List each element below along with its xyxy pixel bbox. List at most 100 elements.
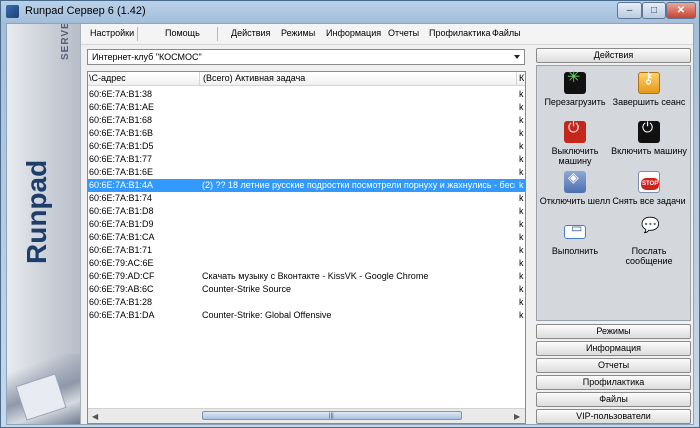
k-cell: k [519,271,524,281]
table-row[interactable]: 60:6E:7A:B1:DA Counter-Strike: Global Off… [88,309,525,322]
action-run-button[interactable]: Выполнить [537,221,613,256]
maintenance-section-button[interactable]: Профилактика [536,375,691,390]
action-label: Выключить машину [551,146,599,166]
mac-cell: 60:6E:7A:B1:68 [89,115,153,125]
k-cell: k [519,102,524,112]
table-row[interactable]: 60:6E:7A:B1:AE k [88,101,525,114]
vip-users-section-button[interactable]: VIP-пользователи [536,409,691,424]
files-section-button[interactable]: Файлы [536,392,691,407]
action-stop-tasks-button[interactable]: Снять все задачи [611,171,687,206]
k-cell: k [519,206,524,216]
table-row[interactable]: 60:6E:79:AB:6C Counter-Strike Source k [88,283,525,296]
scrollbar-thumb[interactable]: ||| [202,411,462,420]
column-mac[interactable]: \С-адрес [89,73,126,83]
table-row[interactable]: 60:6E:7A:B1:CA k [88,231,525,244]
reports-section-button[interactable]: Отчеты [536,358,691,373]
action-label: Выполнить [551,246,599,256]
column-active-task[interactable]: (Всего) Активная задача [203,73,305,83]
table-row[interactable]: 60:6E:7A:B1:38 k [88,88,525,101]
mac-cell: 60:6E:7A:B1:6E [89,167,154,177]
mac-cell: 60:6E:7A:B1:CA [89,232,155,242]
k-cell: k [519,180,524,190]
k-cell: k [519,128,524,138]
mac-cell: 60:6E:7A:B1:D9 [89,219,154,229]
right-panel: Действия Перезагрузить Завершить сеанс Вык… [536,48,691,424]
menu-reports[interactable]: Отчеты [388,28,419,38]
table-row[interactable]: 60:6E:7A:B1:6B k [88,127,525,140]
end-session-icon [638,72,660,94]
menu-maintenance[interactable]: Профилактика [429,28,491,38]
mac-cell: 60:6E:7A:B1:DA [89,310,155,320]
power-off-icon [564,121,586,143]
k-cell: k [519,193,524,203]
action-restart-button[interactable]: Перезагрузить [537,72,613,107]
grip-icon: ||| [329,413,334,419]
table-row[interactable]: 60:6E:7A:B1:77 k [88,153,525,166]
mac-cell: 60:6E:79:AD:CF [89,271,155,281]
table-row[interactable]: 60:6E:7A:B1:D9 k [88,218,525,231]
action-power-off-button[interactable]: Выключить машину [537,121,613,166]
minimize-button[interactable]: – [617,2,642,19]
information-section-button[interactable]: Информация [536,341,691,356]
menu-files[interactable]: Файлы [492,28,521,38]
menu-separator [137,27,138,41]
column-divider[interactable] [199,72,200,85]
k-cell: k [519,141,524,151]
close-button[interactable]: ✕ [666,2,696,19]
modes-section-button[interactable]: Режимы [536,324,691,339]
table-row[interactable]: 60:6E:7A:B1:6E k [88,166,525,179]
mac-cell: 60:6E:7A:B1:AE [89,102,155,112]
power-on-icon [638,121,660,143]
active-task-cell: Counter-Strike: Global Offensive [202,310,332,320]
scroll-right-icon[interactable]: ▶ [514,412,520,421]
club-select-value: Интернет-клуб "КОСМОС" [92,52,202,62]
action-power-on-button[interactable]: Включить машину [611,121,687,156]
k-cell: k [519,167,524,177]
table-row[interactable]: 60:6E:79:AC:6E k [88,257,525,270]
stop-tasks-icon [638,171,660,193]
column-divider[interactable] [516,72,517,85]
column-k[interactable]: К [519,73,524,83]
app-window: Runpad Сервер 6 (1.42) – □ ✕ SERVER Runp… [0,0,700,428]
horizontal-scrollbar[interactable]: ◀ ||| ▶ [88,408,525,423]
mac-cell: 60:6E:7A:B1:6B [89,128,154,138]
active-task-cell: Скачать музыку с Вконтакте - KissVK - Go… [202,271,429,281]
table-row[interactable]: 60:6E:7A:B1:4A (2) ?? 18 летние русские п… [88,179,525,192]
table-row[interactable]: 60:6E:7A:B1:28 k [88,296,525,309]
mac-cell: 60:6E:7A:B1:38 [89,89,153,99]
active-task-cell: Counter-Strike Source [202,284,292,294]
action-message-button[interactable]: Послать сообщение [611,221,687,266]
menu-actions[interactable]: Действия [231,28,270,38]
chevron-down-icon[interactable] [514,55,520,59]
table-row[interactable]: 60:6E:7A:B1:68 k [88,114,525,127]
menu-settings[interactable]: Настройки [90,28,134,38]
menu-separator [217,27,218,41]
scroll-left-icon[interactable]: ◀ [92,412,98,421]
mac-cell: 60:6E:7A:B1:28 [89,297,153,307]
table-row[interactable]: 60:6E:7A:B1:74 k [88,192,525,205]
menu-information[interactable]: Информация [326,28,381,38]
k-cell: k [519,310,524,320]
active-task-cell: (2) ?? 18 летние русские подростки посмо… [202,180,515,190]
actions-section-button[interactable]: Действия [536,48,691,63]
action-shell-button[interactable]: Отключить шелл [537,171,613,206]
window-title: Runpad Сервер 6 (1.42) [25,5,146,17]
menu-modes[interactable]: Режимы [281,28,315,38]
maximize-button[interactable]: □ [642,2,666,19]
table-row[interactable]: 60:6E:79:AD:CF Скачать музыку с Вконтакте… [88,270,525,283]
table-body: 60:6E:7A:B1:38 k 60:6E:7A:B1:AE k 60:6E:7A:B… [88,88,525,322]
mac-cell: 60:6E:7A:B1:71 [89,245,153,255]
table-row[interactable]: 60:6E:7A:B1:D5 k [88,140,525,153]
club-select[interactable]: Интернет-клуб "КОСМОС" [87,49,525,65]
k-cell: k [519,297,524,307]
action-label: Завершить сеанс [612,97,686,107]
menu-help[interactable]: Помощь [165,28,200,38]
menu-bar: Настройки Помощь Действия Режимы Информа… [81,24,693,45]
mac-cell: 60:6E:79:AC:6E [89,258,154,268]
table-row[interactable]: 60:6E:7A:B1:D8 k [88,205,525,218]
k-cell: k [519,89,524,99]
action-end-session-button[interactable]: Завершить сеанс [611,72,687,107]
k-cell: k [519,258,524,268]
table-row[interactable]: 60:6E:7A:B1:71 k [88,244,525,257]
table-header: \С-адрес (Всего) Активная задача К [88,72,525,86]
